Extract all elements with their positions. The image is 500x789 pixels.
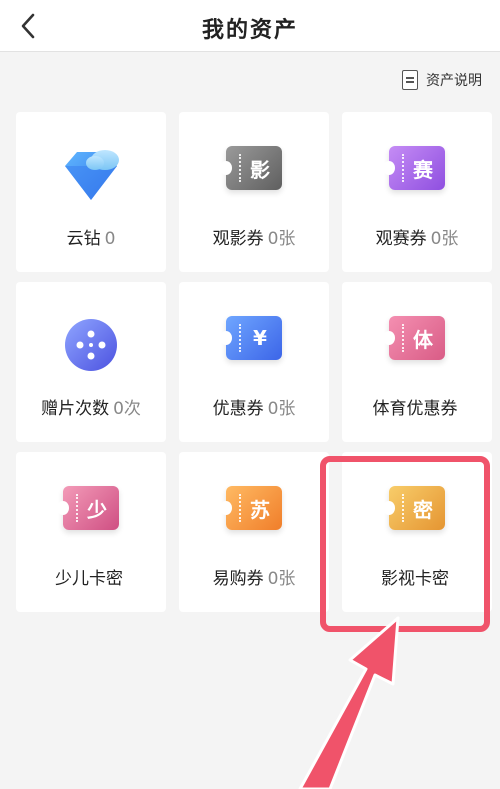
arrow-annotation	[298, 616, 400, 789]
